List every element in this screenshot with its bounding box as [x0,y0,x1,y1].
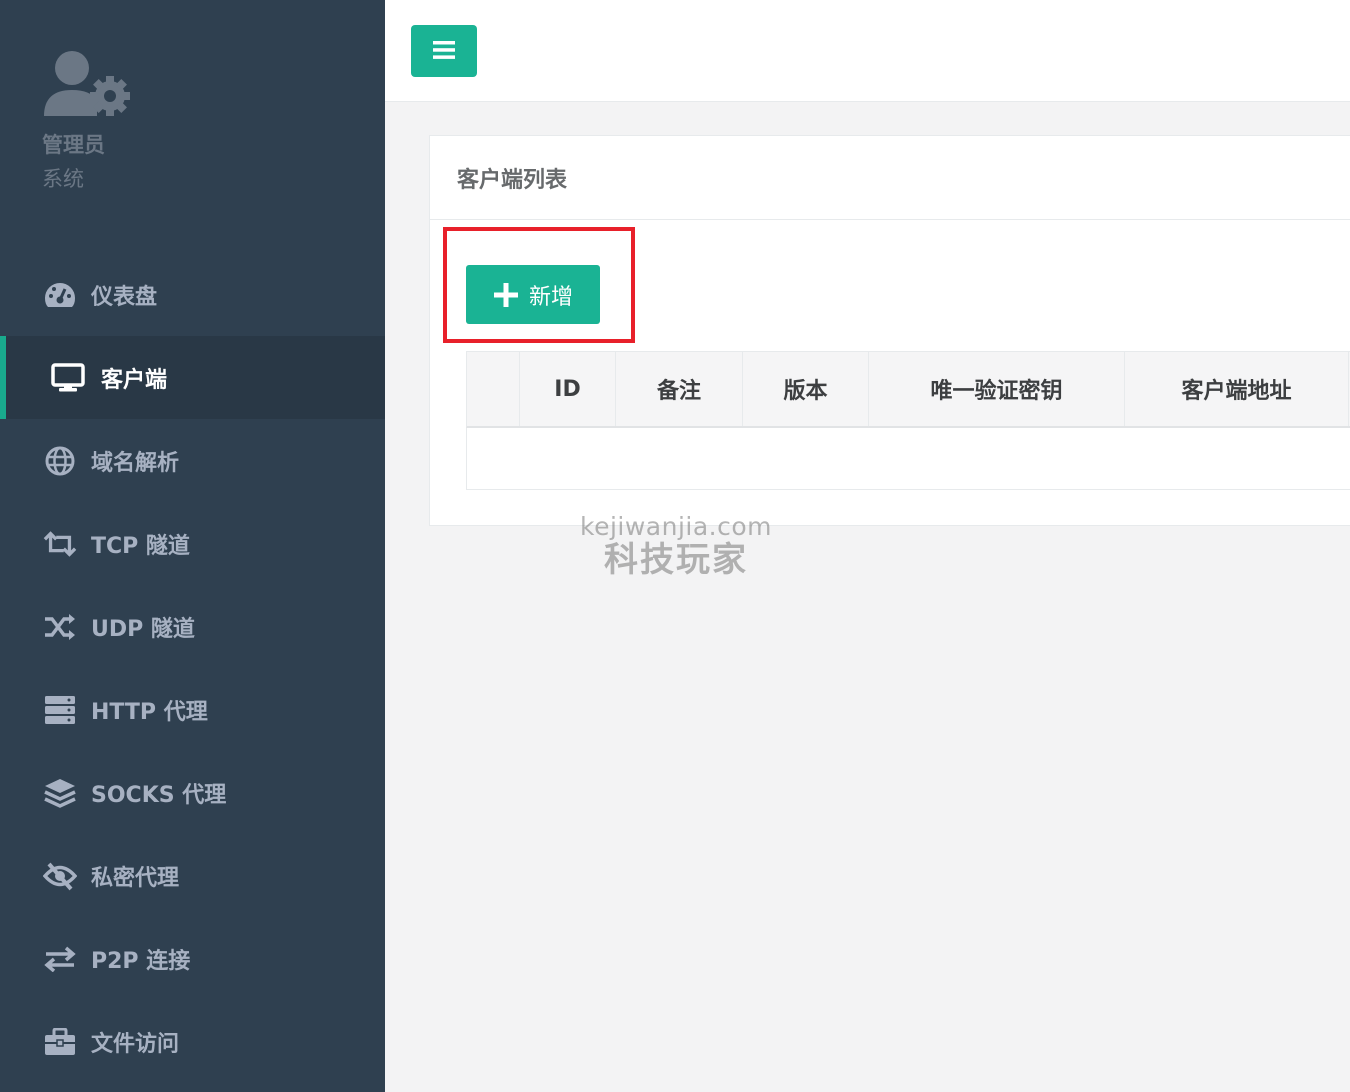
table-empty-row [466,428,1350,490]
layers-icon [43,776,77,810]
sidebar-item-label: TCP 隧道 [91,533,190,559]
sidebar-item-label: 域名解析 [91,450,180,476]
sidebar-item-udp[interactable]: UDP 隧道 [0,585,385,668]
sidebar-item-label: SOCKS 代理 [91,782,227,808]
sidebar-item-private[interactable]: 私密代理 [0,834,385,917]
watermark-url: kejiwanjia.com [579,512,773,541]
panel-title: 客户端列表 [430,136,1350,220]
client-table: ID 备注 版本 唯一验证密钥 客户端地址 [466,351,1350,490]
sidebar: 管理员 系统 仪表盘 客户端 域名解析 TCP 隧道 UDP 隧道 HTTP 代… [0,0,385,1092]
globe-icon [43,444,77,478]
sidebar-item-dns[interactable]: 域名解析 [0,419,385,502]
hamburger-icon [432,40,456,63]
user-gear-icon [42,48,132,120]
sidebar-item-socks[interactable]: SOCKS 代理 [0,751,385,834]
briefcase-icon [43,1025,77,1059]
dashboard-icon [43,278,77,312]
sidebar-item-label: 客户端 [101,367,168,393]
table-header: ID 备注 版本 唯一验证密钥 客户端地址 [466,351,1350,428]
plus-icon [493,282,519,308]
profile-name: 管理员 [42,133,105,157]
sidebar-item-files[interactable]: 文件访问 [0,1000,385,1083]
profile-role: 系统 [42,167,84,191]
top-bar [385,0,1350,102]
sidebar-toggle-button[interactable] [411,25,477,77]
shuffle-icon [43,610,77,644]
add-client-button[interactable]: 新增 [466,265,600,324]
column-id[interactable]: ID [520,352,616,426]
sidebar-item-label: P2P 连接 [91,948,191,974]
profile: 管理员 系统 [42,48,132,192]
sidebar-item-label: 私密代理 [91,865,180,891]
sidebar-item-dashboard[interactable]: 仪表盘 [0,253,385,336]
watermark: kejiwanjia.com 科技玩家 [571,512,781,579]
eye-slash-icon [43,859,77,893]
column-remark[interactable]: 备注 [616,352,743,426]
column-client-address[interactable]: 客户端地址 [1125,352,1349,426]
sidebar-item-tcp[interactable]: TCP 隧道 [0,502,385,585]
server-icon [43,693,77,727]
add-client-label: 新增 [528,284,573,310]
sidebar-item-http[interactable]: HTTP 代理 [0,668,385,751]
column-version[interactable]: 版本 [743,352,869,426]
sidebar-item-label: UDP 隧道 [91,616,195,642]
exchange-icon [43,942,77,976]
sidebar-item-client[interactable]: 客户端 [0,336,385,419]
sidebar-item-label: 文件访问 [91,1031,180,1057]
watermark-text: 科技玩家 [604,540,748,580]
monitor-icon [51,361,85,395]
sidebar-item-p2p[interactable]: P2P 连接 [0,917,385,1000]
retweet-icon [43,527,77,561]
sidebar-item-label: 仪表盘 [91,284,158,310]
sidebar-nav: 仪表盘 客户端 域名解析 TCP 隧道 UDP 隧道 HTTP 代理 SOCKS… [0,253,385,1083]
column-verify-key[interactable]: 唯一验证密钥 [869,352,1125,426]
sidebar-item-label: HTTP 代理 [91,699,208,725]
column-select[interactable] [467,352,520,426]
client-list-panel: 客户端列表 新增 ID 备注 版本 唯一验证密钥 客户端地址 [429,135,1350,526]
